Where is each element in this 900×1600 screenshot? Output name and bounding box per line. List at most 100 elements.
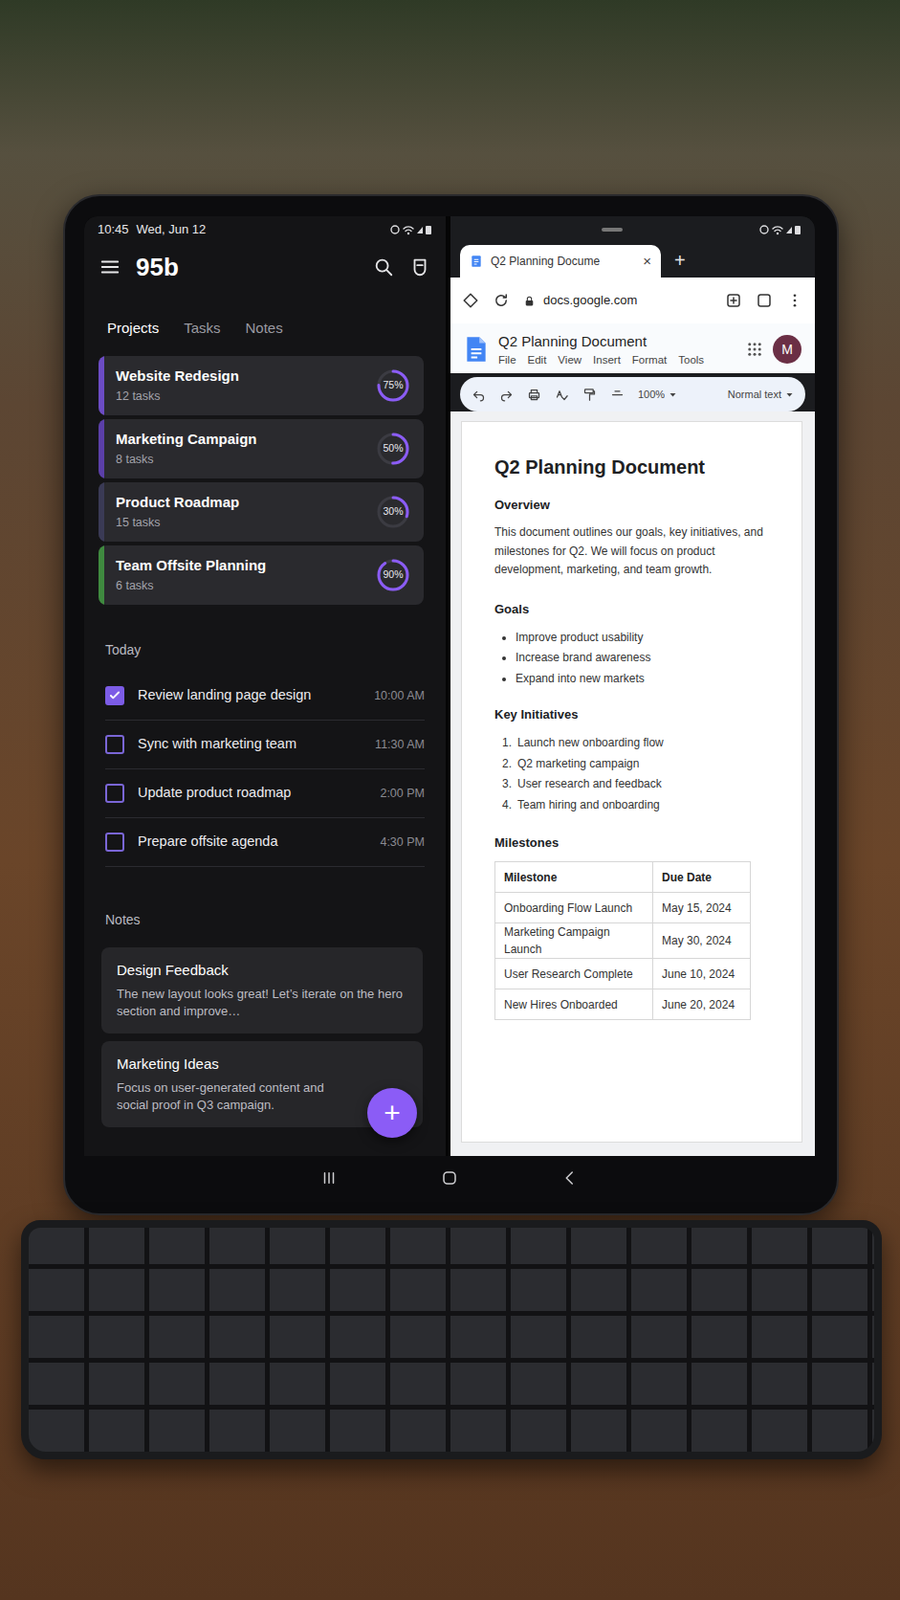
task-list: Review landing page design10:00 AMSync w… (84, 671, 446, 867)
document-page[interactable]: Q2 Planning DocumentOverviewThis documen… (460, 420, 803, 1142)
table-row: Onboarding Flow LaunchMay 15, 2024 (495, 892, 751, 923)
task-row[interactable]: Review landing page design10:00 AM (105, 671, 425, 721)
add-tab-icon[interactable] (724, 291, 743, 309)
undo-icon[interactable] (471, 387, 486, 402)
document-name[interactable]: Q2 Planning Document (498, 331, 737, 351)
style-value: Normal text (727, 386, 782, 403)
zoom-select[interactable]: 100% (637, 386, 678, 403)
style-select[interactable]: Normal text (727, 386, 794, 403)
table-row: New Hires OnboardedJune 20, 2024 (495, 988, 751, 1020)
apps-grid-icon[interactable] (746, 340, 764, 358)
table-row: Marketing Campaign LaunchMay 30, 2024 (495, 922, 751, 959)
note-body: Focus on user-generated content and soci… (116, 1078, 352, 1114)
menu-item[interactable]: Format (632, 351, 667, 368)
project-task-count: 8 tasks (115, 450, 374, 468)
section-tab[interactable]: Projects (107, 317, 159, 339)
task-title: Prepare offsite agenda (137, 831, 367, 853)
new-tab-button[interactable]: + (674, 250, 686, 270)
tabs-icon[interactable] (755, 291, 773, 309)
menu-item[interactable]: Insert (592, 351, 621, 368)
task-checkbox[interactable] (105, 783, 125, 803)
initiative-item: 2.Q2 marketing campaign (502, 753, 777, 775)
app-title: 95b (135, 248, 179, 286)
note-title: Design Feedback (116, 960, 408, 980)
project-card[interactable]: Product Roadmap15 tasks30% (98, 482, 424, 542)
table-cell: Marketing Campaign Launch (495, 922, 654, 959)
strike-icon[interactable] (610, 387, 625, 402)
task-title: Sync with marketing team (137, 733, 362, 755)
menu-item[interactable]: View (557, 351, 582, 368)
task-checkbox[interactable] (105, 685, 125, 705)
lock-icon (523, 294, 536, 308)
task-time: 11:30 AM (374, 735, 425, 754)
zoom-value: 100% (637, 386, 665, 403)
paint-format-icon[interactable] (582, 387, 597, 402)
project-card[interactable]: Website Redesign12 tasks75% (98, 355, 424, 416)
progress-fill (378, 371, 408, 400)
task-time: 4:30 PM (379, 833, 425, 852)
project-text: Marketing Campaign8 tasks (115, 429, 374, 468)
menu-icon[interactable] (99, 256, 121, 278)
check-icon (108, 688, 122, 703)
status-icons (390, 223, 433, 236)
project-task-count: 15 tasks (115, 513, 374, 531)
redo-icon[interactable] (499, 387, 514, 402)
initiative-text: User research and feedback (517, 776, 662, 791)
section-tab[interactable]: Tasks (183, 317, 220, 339)
account-avatar[interactable]: M (772, 334, 802, 364)
task-checkbox[interactable] (105, 734, 125, 754)
browser-panel: Q2 Planning Docume× + docs.google.com Q2 Pl… (450, 216, 815, 1156)
task-row[interactable]: Update product roadmap2:00 PM (105, 768, 425, 818)
home-icon[interactable] (440, 1168, 459, 1186)
more-icon[interactable] (786, 291, 804, 309)
menu-item[interactable]: File (498, 351, 517, 368)
goal-item: Improve product usability (515, 627, 777, 649)
section-heading: Milestones (494, 834, 777, 852)
task-row[interactable]: Sync with marketing team 11:30 AM (105, 720, 425, 769)
menu-item[interactable]: Tools (678, 351, 704, 368)
task-title: Review landing page design (137, 684, 361, 706)
project-body: Product Roadmap15 tasks30% (104, 482, 424, 542)
task-app-panel: 10:45Wed, Jun 12 95b Projects Tasks Notes Web… (84, 216, 446, 1156)
status-icons (759, 223, 802, 236)
project-body: Marketing Campaign8 tasks50% (104, 418, 424, 479)
goal-item: Expand into new markets (515, 668, 777, 690)
note-title: Marketing Ideas (116, 1053, 352, 1074)
table-cell: Onboarding Flow Launch (495, 892, 654, 923)
tune-icon[interactable] (461, 291, 480, 309)
browser-tab[interactable]: Q2 Planning Docume× (460, 244, 661, 278)
reload-icon[interactable] (492, 291, 510, 309)
inbox-icon[interactable] (409, 256, 431, 278)
goals-list: Improve product usabilityIncrease brand … (494, 627, 777, 690)
status-time: 10:45 (97, 219, 130, 240)
back-icon[interactable] (561, 1168, 579, 1186)
table-cell: May 15, 2024 (653, 892, 751, 923)
recents-icon[interactable] (320, 1168, 338, 1186)
status-bar: 10:45Wed, Jun 12 (84, 216, 446, 243)
project-card[interactable]: Marketing Campaign8 tasks50% (98, 418, 424, 479)
progress-reading: 75% (382, 377, 403, 394)
goal-item: Increase brand awareness (515, 647, 777, 669)
task-row[interactable]: Prepare offsite agenda 4:30 PM (105, 817, 425, 867)
progress-ring: 75% (373, 366, 413, 405)
print-icon[interactable] (526, 387, 542, 402)
note-card[interactable]: Design FeedbackThe new layout looks grea… (101, 946, 423, 1033)
notes-heading: Notes (84, 910, 446, 928)
window-handle[interactable] (601, 227, 623, 232)
table-cell: User Research Complete (495, 958, 654, 989)
url-field[interactable]: docs.google.com (523, 290, 712, 310)
project-color-stripe (98, 418, 105, 479)
menu-item[interactable]: Edit (527, 351, 548, 368)
close-tab-button[interactable]: × (642, 250, 652, 273)
add-button[interactable]: + (367, 1087, 418, 1138)
column-header: Due Date (653, 861, 751, 893)
initiative-item: 3.User research and feedback (502, 773, 777, 795)
task-checkbox[interactable] (105, 832, 125, 852)
search-icon[interactable] (373, 256, 395, 278)
project-list: Website Redesign12 tasks75%Marketing Cam… (84, 348, 446, 605)
project-body: Website Redesign12 tasks75% (104, 355, 424, 416)
document-title: Q2 Planning Document (494, 454, 777, 480)
project-card[interactable]: Team Offsite Planning6 tasks90% (98, 545, 424, 605)
spellcheck-icon[interactable] (554, 387, 570, 402)
section-tab[interactable]: Notes (245, 317, 284, 339)
